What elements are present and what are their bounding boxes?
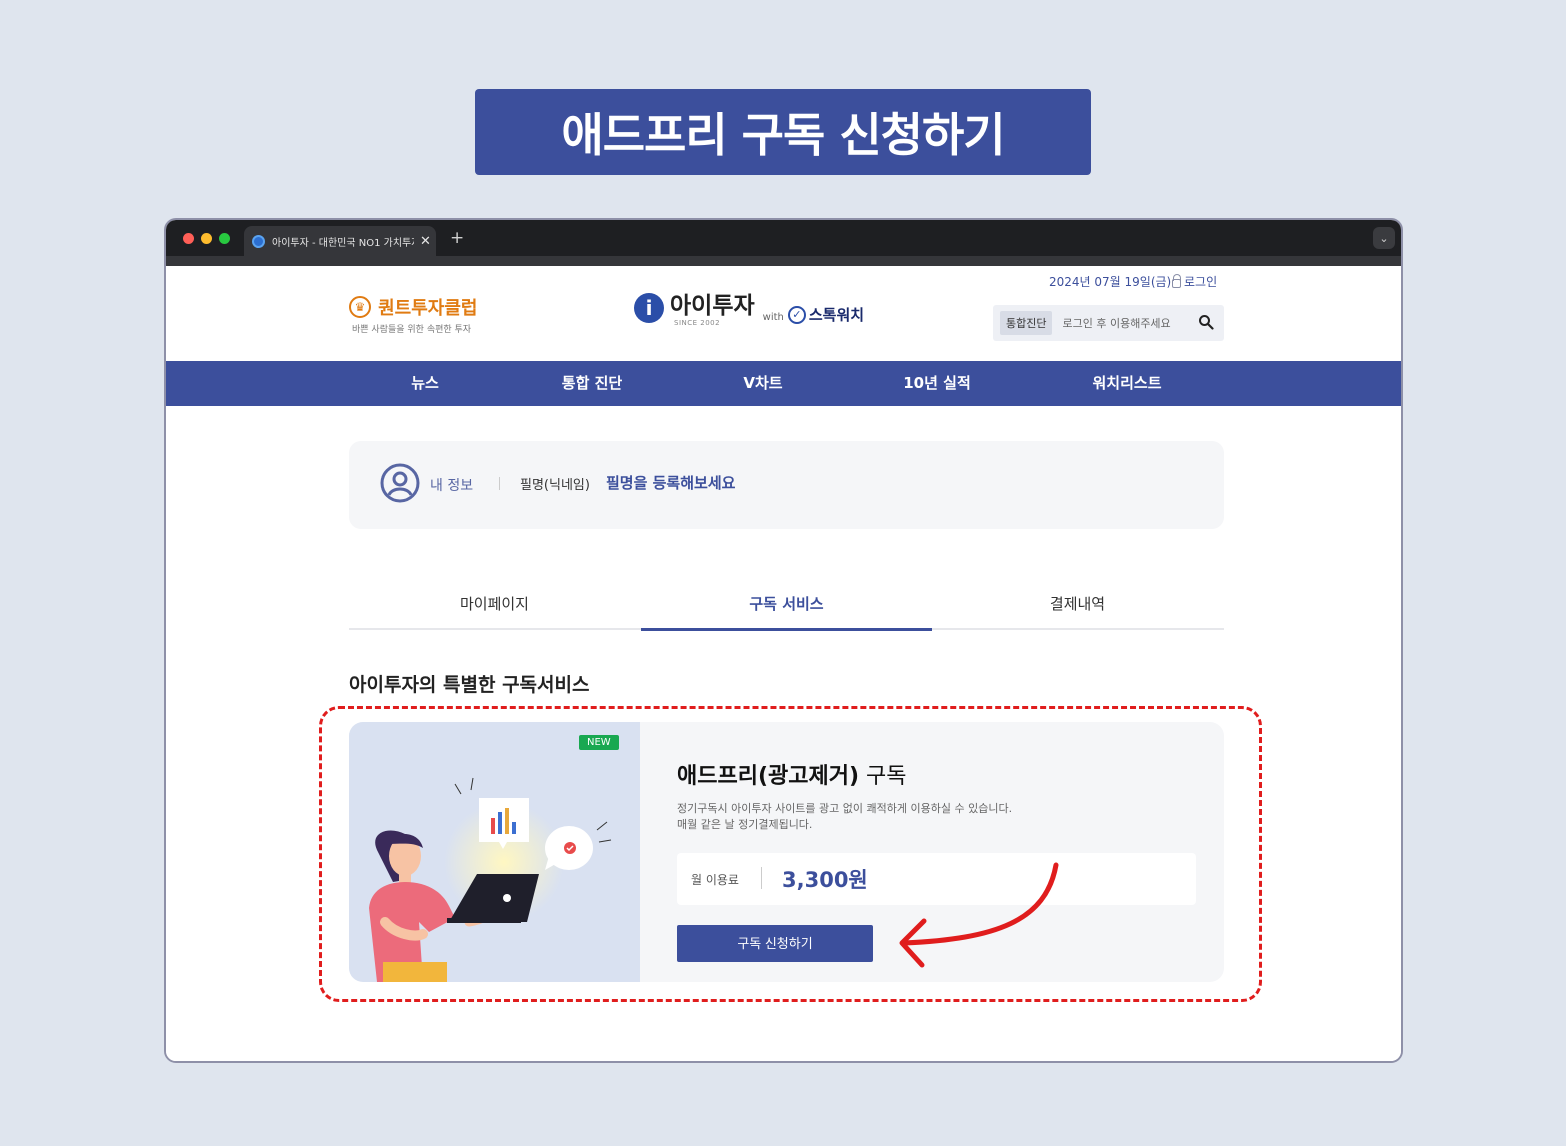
stockwatch-logo[interactable]: ✓ 스톡워치 — [787, 304, 865, 325]
nav-item-vchart[interactable]: V차트 — [743, 361, 782, 406]
search-input[interactable]: 로그인 후 이용해주세요 — [1062, 315, 1170, 331]
current-date: 2024년 07월 19일(금) — [1049, 275, 1172, 289]
register-nickname-link[interactable]: 필명을 등록해보세요 — [606, 472, 735, 493]
nav-item-watchlist[interactable]: 워치리스트 — [1092, 361, 1161, 406]
search-icon[interactable] — [1198, 314, 1214, 330]
quant-club-name: 퀀트투자클럽 — [378, 298, 478, 319]
with-text: with — [762, 312, 784, 323]
logo-name: 아이투자 — [670, 293, 755, 319]
crown-icon: ♛ — [349, 296, 371, 318]
close-window-icon[interactable] — [183, 233, 194, 244]
quant-club-tagline: 바쁜 사람들을 위한 속편한 투자 — [352, 325, 472, 335]
browser-toolbar — [166, 256, 1401, 266]
tab-payment-history[interactable]: 결제내역 — [932, 584, 1223, 630]
nav-item-10yr-results[interactable]: 10년 실적 — [903, 361, 971, 406]
nav-item-diagnosis[interactable]: 통합 진단 — [562, 361, 622, 406]
divider — [499, 477, 500, 490]
maximize-window-icon[interactable] — [219, 233, 230, 244]
site-logo[interactable]: i 아이투자 SINCE 2002 with ✓ 스톡워치 — [634, 293, 864, 327]
logo-since: SINCE 2002 — [674, 319, 721, 327]
section-title: 아이투자의 특별한 구독서비스 — [349, 674, 590, 696]
my-info-card: 내 정보 필명(닉네임) 필명을 등록해보세요 — [349, 441, 1224, 529]
search-category-tag[interactable]: 통합진단 — [1000, 311, 1053, 335]
browser-window: 아이투자 - 대한민국 NO1 가치투자 ✕ + ⌄ 2024년 07월 19일… — [164, 218, 1403, 1063]
globe-icon — [252, 234, 265, 248]
search-bar[interactable]: 통합진단 로그인 후 이용해주세요 — [993, 305, 1224, 341]
tab-subscription[interactable]: 구독 서비스 — [641, 584, 932, 631]
tab-list-chevron-icon[interactable]: ⌄ — [1373, 227, 1395, 249]
nav-item-news[interactable]: 뉴스 — [411, 361, 439, 406]
highlight-outline — [319, 706, 1262, 1002]
page-headline: 애드프리 구독 신청하기 — [475, 89, 1091, 175]
user-avatar-icon — [380, 463, 420, 503]
browser-tab[interactable]: 아이투자 - 대한민국 NO1 가치투자 ✕ — [244, 226, 436, 256]
itooza-logo-icon: i — [634, 293, 664, 323]
stockwatch-name: 스톡워치 — [808, 306, 865, 324]
login-link[interactable]: 로그인 — [1172, 273, 1217, 290]
tab-title: 아이투자 - 대한민국 NO1 가치투자 — [272, 237, 414, 249]
quant-club-logo[interactable]: ♛ 퀀트투자클럽 바쁜 사람들을 위한 속편한 투자 — [349, 294, 477, 335]
site-content: 2024년 07월 19일(금) 로그인 ♛ 퀀트투자클럽 바쁜 사람들을 위한… — [166, 266, 1401, 1061]
check-circle-icon: ✓ — [787, 305, 806, 324]
nickname-label: 필명(닉네임) — [520, 478, 590, 493]
minimize-window-icon[interactable] — [201, 233, 212, 244]
new-tab-button[interactable]: + — [450, 228, 464, 248]
red-arrow-annotation — [899, 862, 1059, 968]
tab-mypage[interactable]: 마이페이지 — [349, 584, 640, 630]
main-nav: 뉴스 통합 진단 V차트 10년 실적 워치리스트 — [166, 361, 1401, 406]
lock-icon — [1172, 273, 1181, 288]
my-info-label: 내 정보 — [430, 478, 474, 494]
tab-close-icon[interactable]: ✕ — [420, 234, 431, 249]
mypage-tabs: 마이페이지 구독 서비스 결제내역 — [349, 584, 1224, 631]
login-label: 로그인 — [1184, 275, 1218, 289]
browser-titlebar: 아이투자 - 대한민국 NO1 가치투자 ✕ + ⌄ — [166, 220, 1401, 256]
